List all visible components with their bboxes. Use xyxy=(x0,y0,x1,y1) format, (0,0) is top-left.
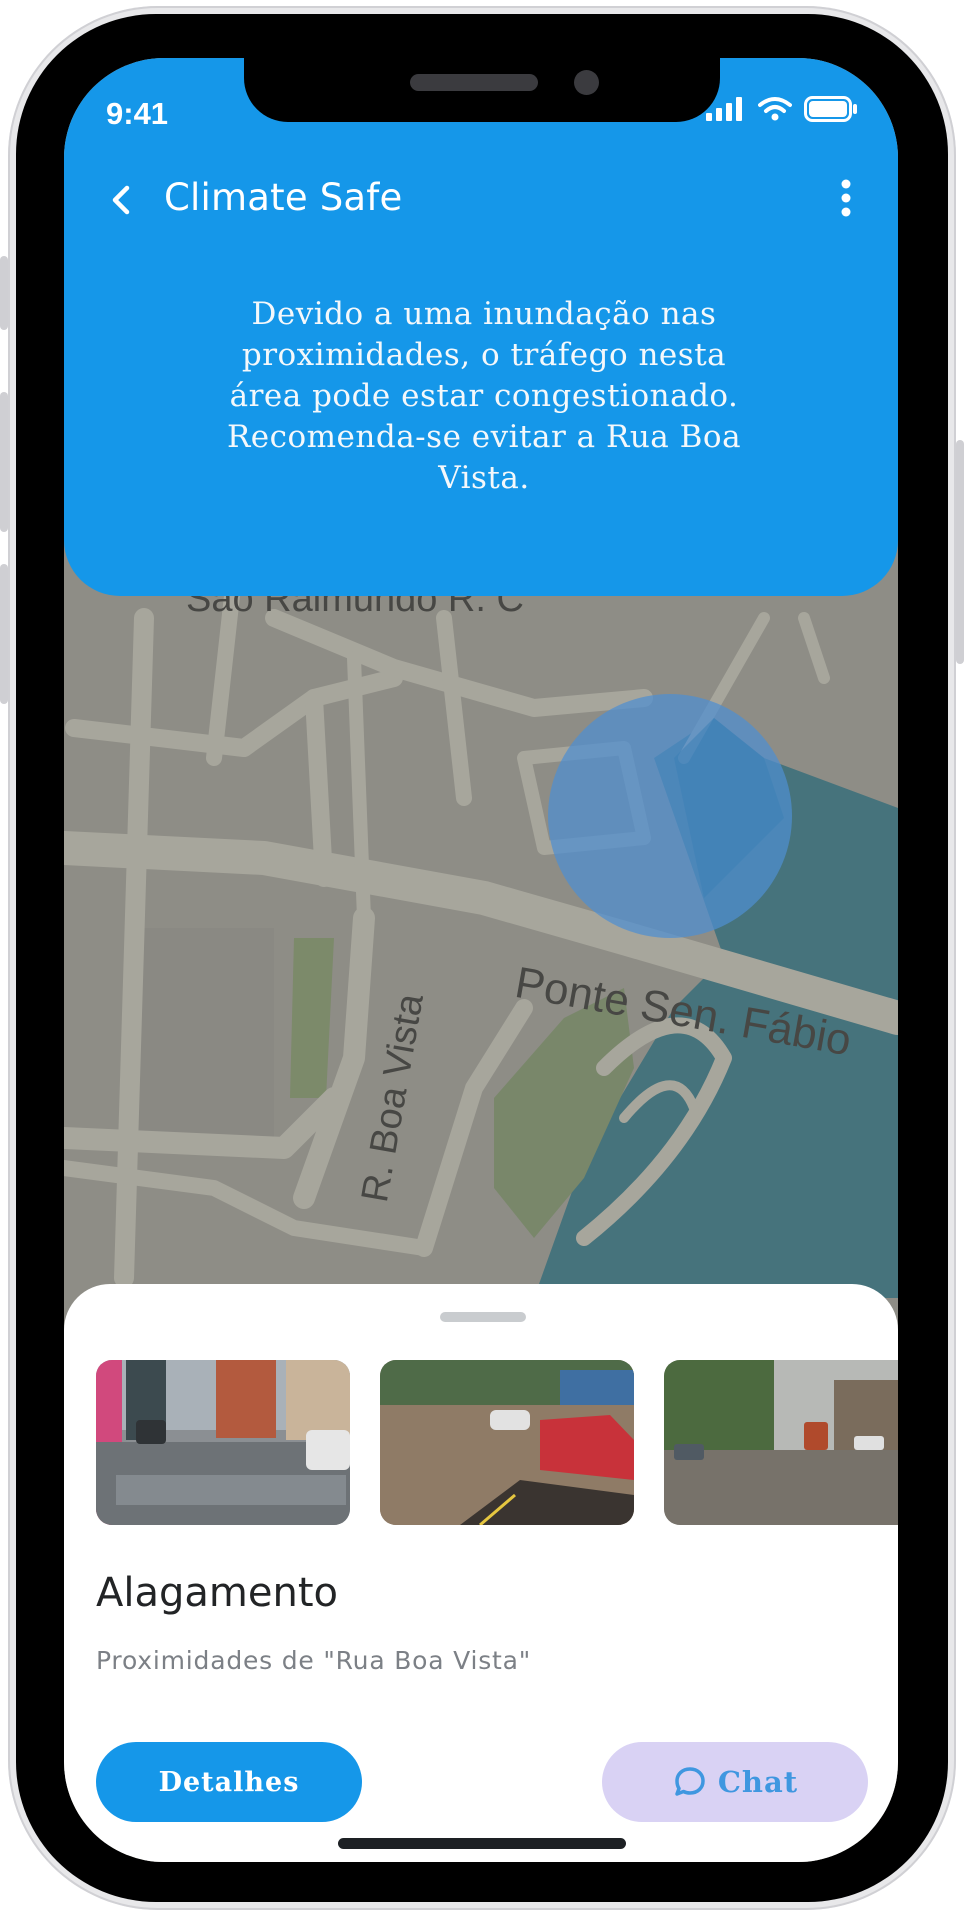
battery-icon xyxy=(804,96,857,122)
sheet-drag-handle[interactable] xyxy=(440,1312,526,1322)
top-app-bar: 9:41 Climate Safe Devido a uma inundação… xyxy=(64,58,898,596)
phone-notch xyxy=(244,58,720,122)
flood-photo-3[interactable] xyxy=(664,1360,898,1525)
incident-location: Proximidades de "Rua Boa Vista" xyxy=(96,1646,532,1675)
back-button[interactable] xyxy=(98,176,146,224)
details-button[interactable]: Detalhes xyxy=(96,1742,362,1822)
flood-photo-1[interactable] xyxy=(96,1360,350,1525)
flood-photo-3-image xyxy=(664,1360,898,1525)
wifi-icon xyxy=(758,97,792,121)
flood-alert-message: Devido a uma inundação nas proximidades,… xyxy=(226,296,742,496)
app-title: Climate Safe xyxy=(164,176,403,219)
chat-button[interactable]: Chat xyxy=(602,1742,868,1822)
more-vertical-icon xyxy=(841,179,851,217)
home-indicator[interactable] xyxy=(338,1838,626,1849)
map-block xyxy=(134,928,274,1148)
flood-photo-1-image xyxy=(96,1360,350,1525)
front-camera xyxy=(574,70,599,95)
speaker-grille xyxy=(410,74,538,91)
phone-side-button xyxy=(0,256,8,330)
details-button-label: Detalhes xyxy=(158,1766,300,1798)
phone-side-button xyxy=(0,392,8,532)
chat-button-label: Chat xyxy=(717,1765,799,1799)
phone-side-button xyxy=(956,440,964,664)
incident-bottom-sheet: Alagamento Proximidades de "Rua Boa Vist… xyxy=(64,1284,898,1862)
phone-screen: São Raimundo R. C Ponte Sen. Fábio R. Bo… xyxy=(64,58,898,1862)
incident-title: Alagamento xyxy=(96,1570,338,1616)
flood-photo-2-image xyxy=(380,1360,634,1525)
chevron-left-icon xyxy=(112,185,130,215)
status-icons xyxy=(706,96,858,122)
phone-side-button xyxy=(0,564,8,704)
status-time: 9:41 xyxy=(106,96,169,131)
chat-bubble-icon xyxy=(675,1767,705,1796)
flood-photo-2[interactable] xyxy=(380,1360,634,1525)
more-options-button[interactable] xyxy=(832,174,860,222)
